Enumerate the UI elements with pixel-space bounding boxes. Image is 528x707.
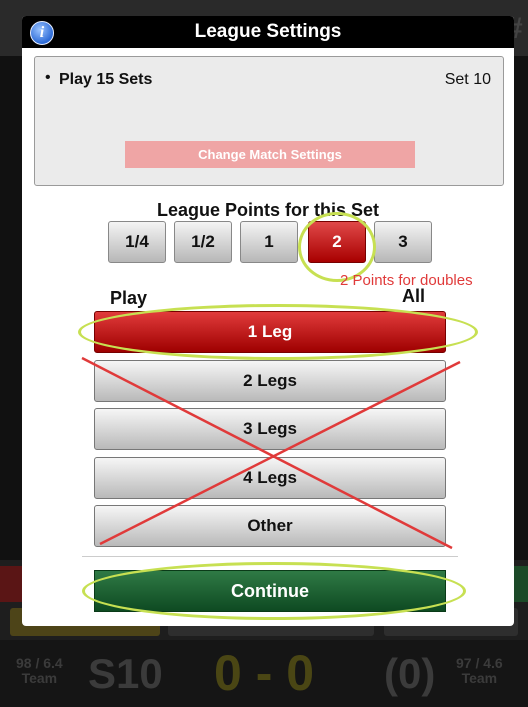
dialog-title: League Settings bbox=[194, 21, 342, 42]
set-number: S10 bbox=[88, 650, 163, 697]
leg-option-4[interactable]: 4 Legs bbox=[94, 457, 446, 499]
leg-option-other[interactable]: Other bbox=[94, 505, 446, 547]
points-one-button[interactable]: 1 bbox=[240, 221, 298, 263]
change-match-settings-button[interactable]: Change Match Settings bbox=[125, 141, 415, 168]
team-left-label: Team bbox=[21, 670, 58, 686]
team-left-stats: 98 / 6.4 bbox=[16, 655, 63, 671]
score: 0 - 0 bbox=[214, 645, 315, 701]
league-settings-dialog: i League Settings • Play 15 Sets Set 10 … bbox=[22, 16, 514, 626]
annotation-ellipse bbox=[82, 562, 466, 620]
leg-option-3[interactable]: 3 Legs bbox=[94, 408, 446, 450]
background-red-tab bbox=[0, 566, 22, 602]
dialog-titlebar: i League Settings bbox=[22, 16, 514, 48]
leg-option-2[interactable]: 2 Legs bbox=[94, 360, 446, 402]
points-three-button[interactable]: 3 bbox=[374, 221, 432, 263]
team-left: 98 / 6.4 Team bbox=[16, 656, 63, 686]
team-right: 97 / 4.6 Team bbox=[456, 656, 503, 686]
info-icon[interactable]: i bbox=[30, 21, 54, 45]
bracket-score: (0) bbox=[384, 650, 436, 697]
annotation-ellipse bbox=[78, 304, 478, 360]
match-settings-item: Play 15 Sets bbox=[59, 71, 153, 88]
match-settings-box: • Play 15 Sets Set 10 Change Match Setti… bbox=[34, 56, 504, 186]
bullet: • bbox=[45, 69, 51, 86]
team-right-label: Team bbox=[461, 670, 498, 686]
play-label: Play bbox=[110, 288, 148, 308]
current-set-label: Set 10 bbox=[444, 71, 491, 88]
divider bbox=[82, 556, 458, 557]
league-points-title: League Points for this Set bbox=[156, 200, 380, 220]
all-label: All bbox=[402, 286, 426, 306]
points-quarter-button[interactable]: 1/4 bbox=[108, 221, 166, 263]
team-right-stats: 97 / 4.6 bbox=[456, 655, 503, 671]
points-half-button[interactable]: 1/2 bbox=[174, 221, 232, 263]
background-scoreboard: 98 / 6.4 Team S10 0 - 0 (0) 97 / 4.6 Tea… bbox=[0, 640, 528, 707]
